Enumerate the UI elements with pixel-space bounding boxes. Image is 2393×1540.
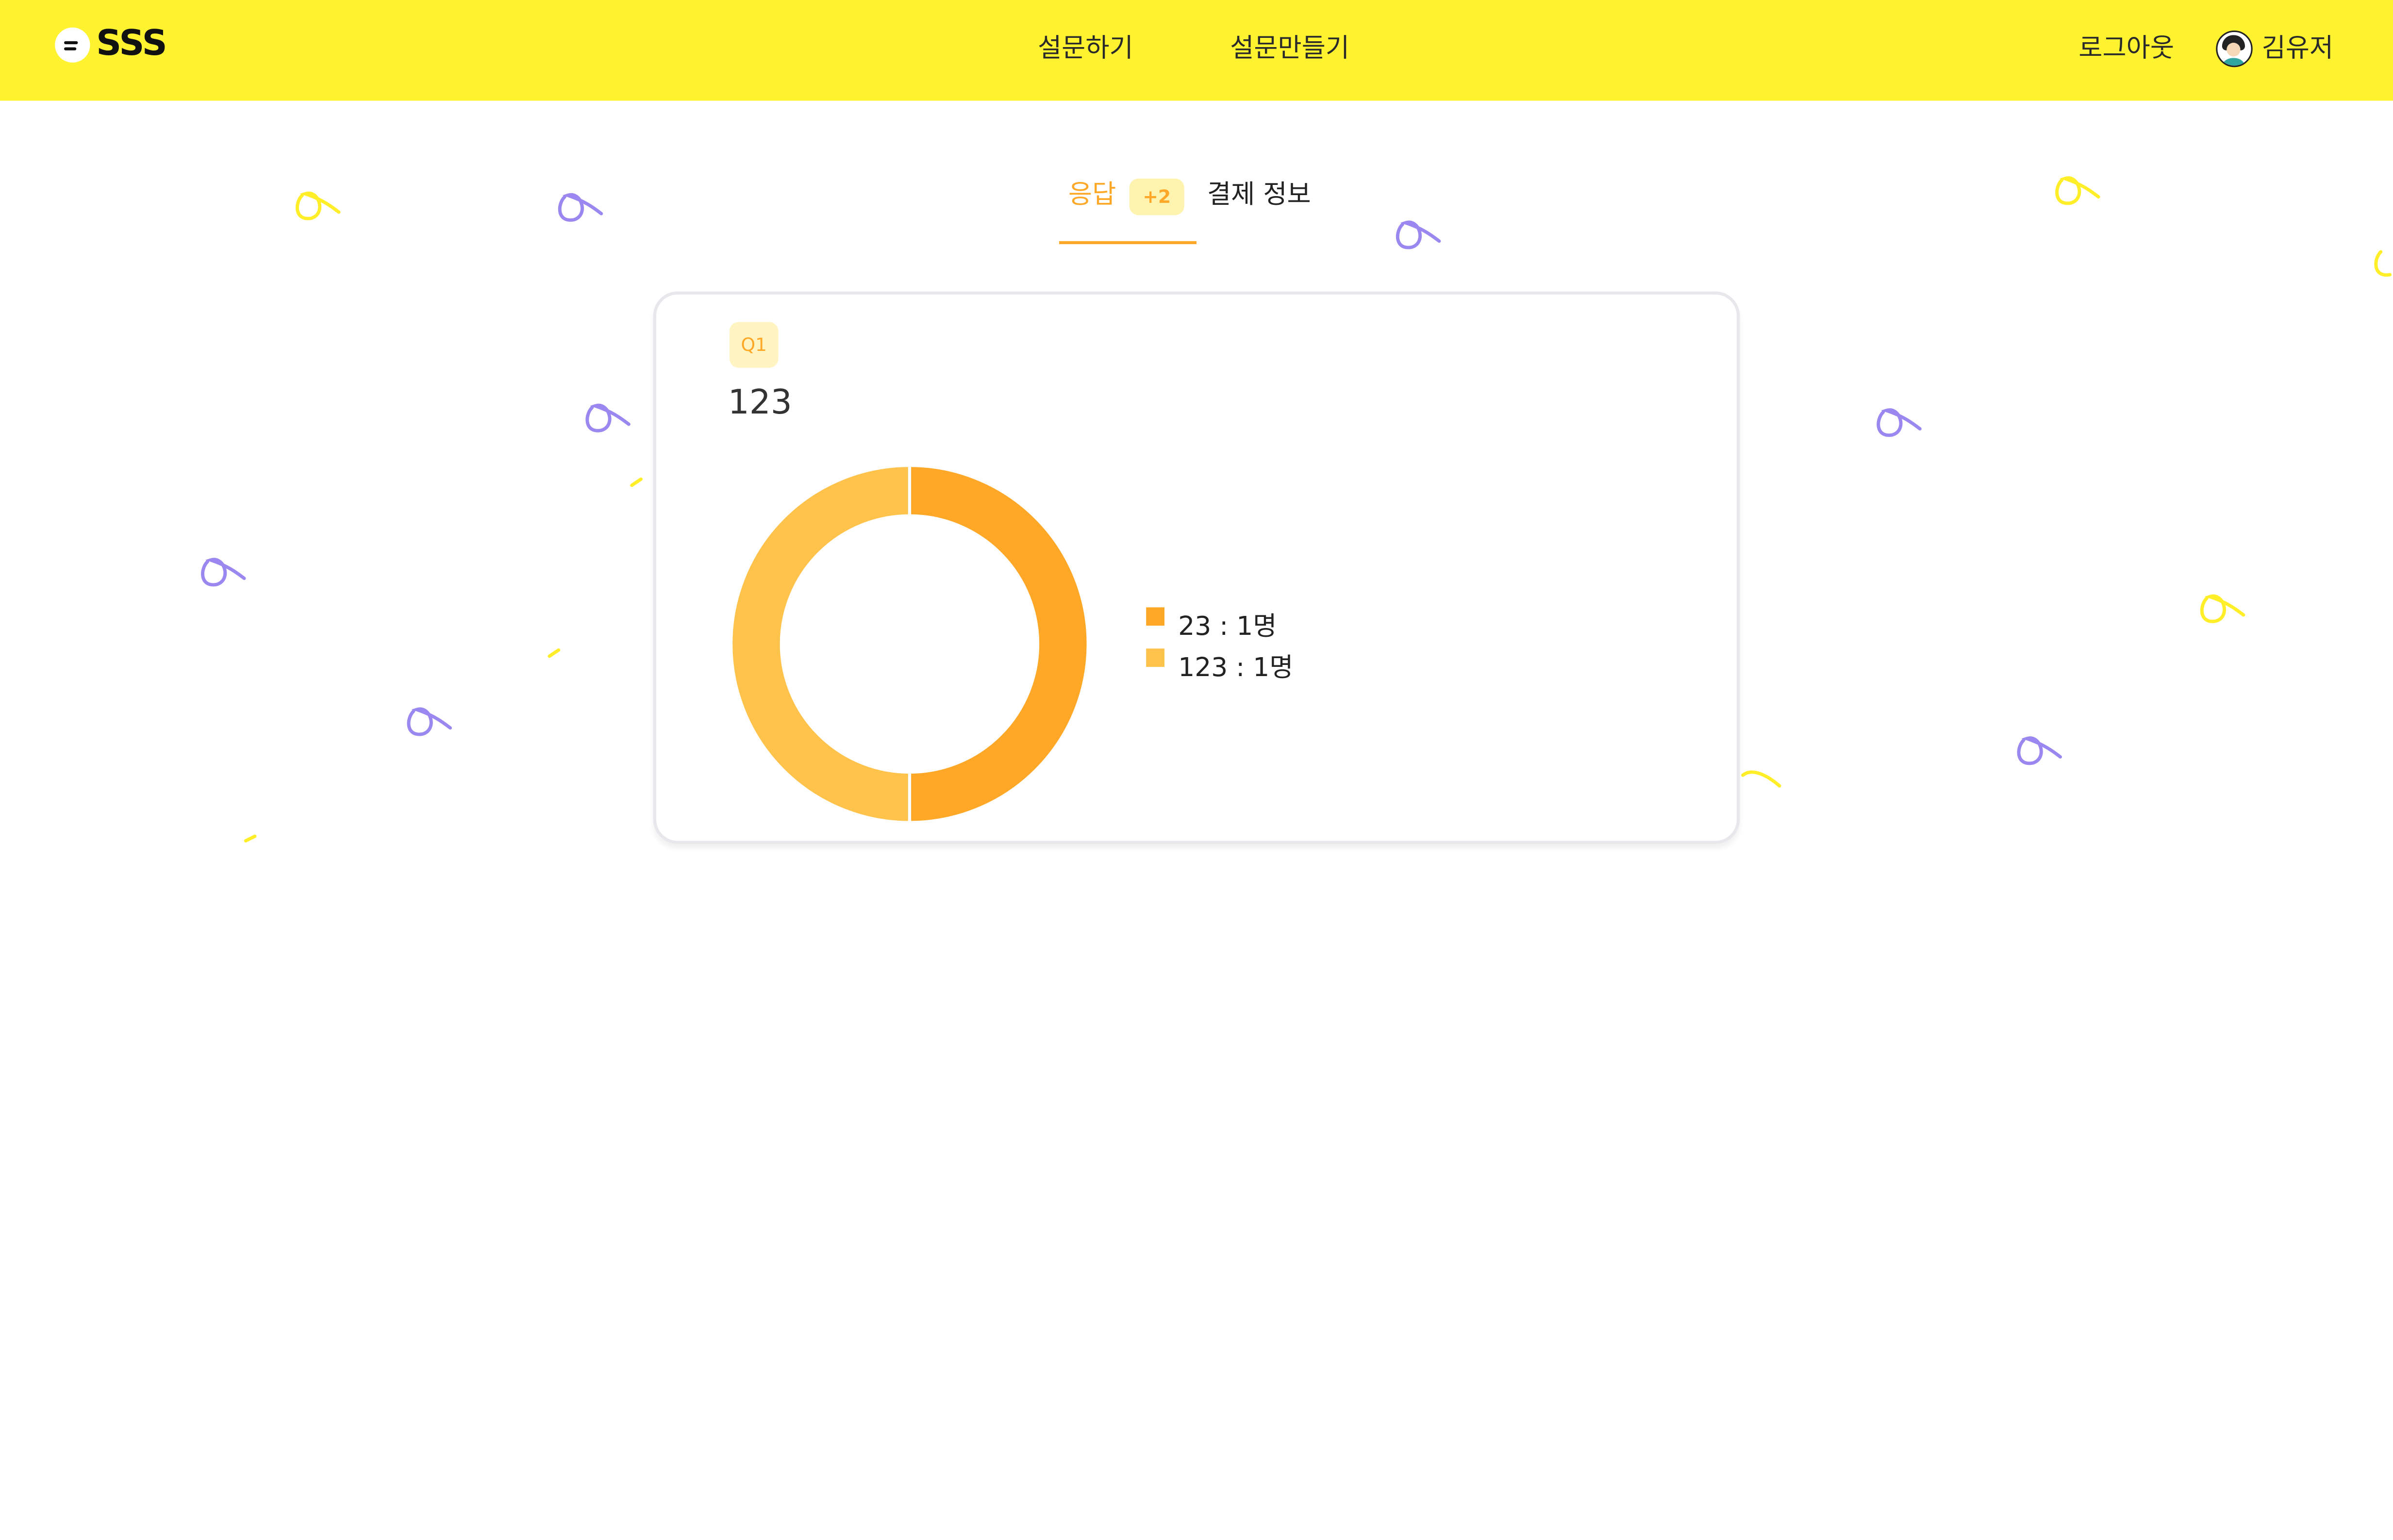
donut-chart [729,464,1090,824]
user-profile[interactable]: 김유저 [2216,30,2334,67]
legend-label: 23 : 1명 [1178,612,1277,643]
donut-slice-123[interactable] [729,464,912,824]
user-name: 김유저 [2261,33,2334,65]
question-number-badge: Q1 [729,322,779,368]
legend-label: 123 : 1명 [1178,653,1294,684]
legend-swatch [1146,607,1164,626]
logo[interactable]: SSS [55,24,167,65]
logo-text: SSS [96,24,167,65]
result-tabs: 응답 +2 결제 정보 [1059,171,1334,245]
question-title: 123 [728,384,792,423]
logout-link[interactable]: 로그아웃 [2078,32,2174,66]
app-root: SSS 설문하기 설문만들기 로그아웃 김유저 응답 +2 결제 정보 Q1 1… [0,0,2393,1540]
top-navbar: SSS 설문하기 설문만들기 로그아웃 김유저 [0,0,2393,101]
tab-payment-info[interactable]: 결제 정보 [1207,179,1311,212]
logo-icon [55,27,90,63]
nav-make-survey[interactable]: 설문만들기 [1230,32,1349,66]
tab-response[interactable]: 응답 +2 [1059,171,1196,245]
nav-take-survey[interactable]: 설문하기 [1038,32,1133,66]
donut-slice-23[interactable] [908,464,1090,824]
question-result-card: Q1 123 23 : 1명 123 : 1명 [653,291,1740,844]
legend-swatch [1146,648,1164,667]
avatar [2216,30,2253,67]
response-count-badge: +2 [1129,178,1184,215]
tab-response-label: 응답 [1068,180,1116,211]
